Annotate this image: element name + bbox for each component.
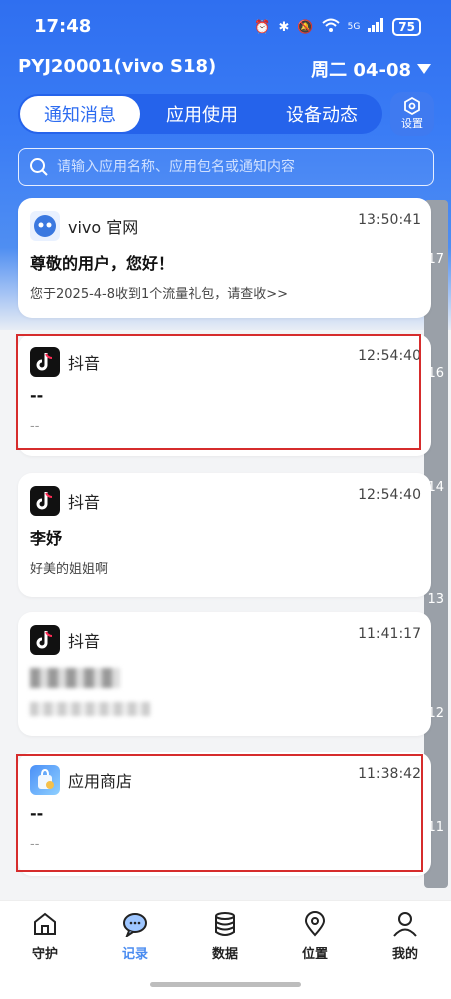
status-bar: 17:48 ⏰ ✱ 🔕 5G 75 [0,0,451,52]
notification-time: 12:54:40 [358,348,421,364]
douyin-app-icon [30,347,60,377]
nav-records[interactable]: 记录 [105,911,165,962]
douyin-app-icon [30,486,60,516]
notification-card[interactable]: 应用商店 11:38:42 -- -- [18,752,431,876]
notification-time: 12:54:40 [358,487,421,503]
notification-card[interactable]: vivo 官网 13:50:41 尊敬的用户，您好！ 您于2025-4-8收到1… [18,198,431,318]
status-time: 17:48 [34,16,92,37]
douyin-app-icon [30,625,60,655]
search-bar[interactable] [18,148,434,186]
status-icons: ⏰ ✱ 🔕 5G 75 [254,18,421,36]
notification-body: -- [30,837,40,852]
nav-data-label: 数据 [211,947,238,962]
notification-title: -- [30,386,44,405]
battery-icon: 75 [392,18,421,36]
notification-title: -- [30,804,44,823]
signal-icon [368,18,384,36]
tab-app-usage[interactable]: 应用使用 [142,94,262,134]
app-store-icon [30,765,60,795]
date-label: 周二 04-08 [311,60,411,81]
notification-body: 您于2025-4-8收到1个流量礼包，请查收>> [30,287,289,302]
alarm-icon: ⏰ [254,19,271,35]
notification-card[interactable]: 抖音 12:54:40 李妤 好美的姐姐啊 [18,473,431,597]
nav-data[interactable]: 数据 [195,911,255,962]
tab-notifications[interactable]: 通知消息 [20,96,140,132]
wifi-icon [321,18,340,36]
notification-card[interactable]: 抖音 12:54:40 -- -- [18,334,431,456]
date-selector[interactable]: 周二 04-08 [311,56,431,82]
notification-card[interactable]: 抖音 11:41:17 [18,612,431,736]
tab-bar: 通知消息 应用使用 设备动态 [18,94,382,134]
settings-button[interactable]: 设置 [390,92,434,136]
app-name: 抖音 [68,632,101,651]
mute-icon: 🔕 [297,19,314,35]
nav-guard[interactable]: 守护 [15,911,75,962]
tab-device-activity[interactable]: 设备动态 [262,94,382,134]
chat-icon [123,913,147,937]
notification-body: 好美的姐姐啊 [30,562,109,577]
notification-time: 11:38:42 [358,766,421,782]
notification-body: -- [30,419,40,434]
user-icon [393,912,417,937]
notification-time: 11:41:17 [358,626,421,642]
notification-title: 李妤 [30,529,63,548]
chevron-down-icon [417,64,431,74]
vivo-app-icon [30,211,60,241]
blurred-title [30,668,120,688]
gear-icon [404,97,420,115]
app-name: 应用商店 [68,772,133,791]
location-pin-icon [304,911,326,937]
app-name: vivo 官网 [68,218,139,237]
notification-title: 尊敬的用户，您好！ [30,254,175,273]
nav-location[interactable]: 位置 [285,911,345,962]
home-indicator[interactable] [150,982,301,987]
blurred-body [30,702,150,716]
app-name: 抖音 [68,354,101,373]
timeline-hour: 13 [427,592,444,607]
database-icon [215,912,235,936]
bluetooth-icon: ✱ [278,19,290,35]
nav-guard-label: 守护 [31,947,58,962]
device-name: PYJ20001(vivo S18) [18,56,217,77]
app-name: 抖音 [68,493,101,512]
home-icon [34,912,56,935]
nav-location-label: 位置 [301,947,328,962]
search-input[interactable] [57,159,417,175]
nav-records-label: 记录 [121,947,148,962]
network-label: 5G [347,22,361,32]
settings-label: 设置 [401,117,423,130]
notification-time: 13:50:41 [358,212,421,228]
nav-profile[interactable]: 我的 [375,911,435,962]
nav-profile-label: 我的 [391,947,418,962]
search-icon [30,158,48,176]
